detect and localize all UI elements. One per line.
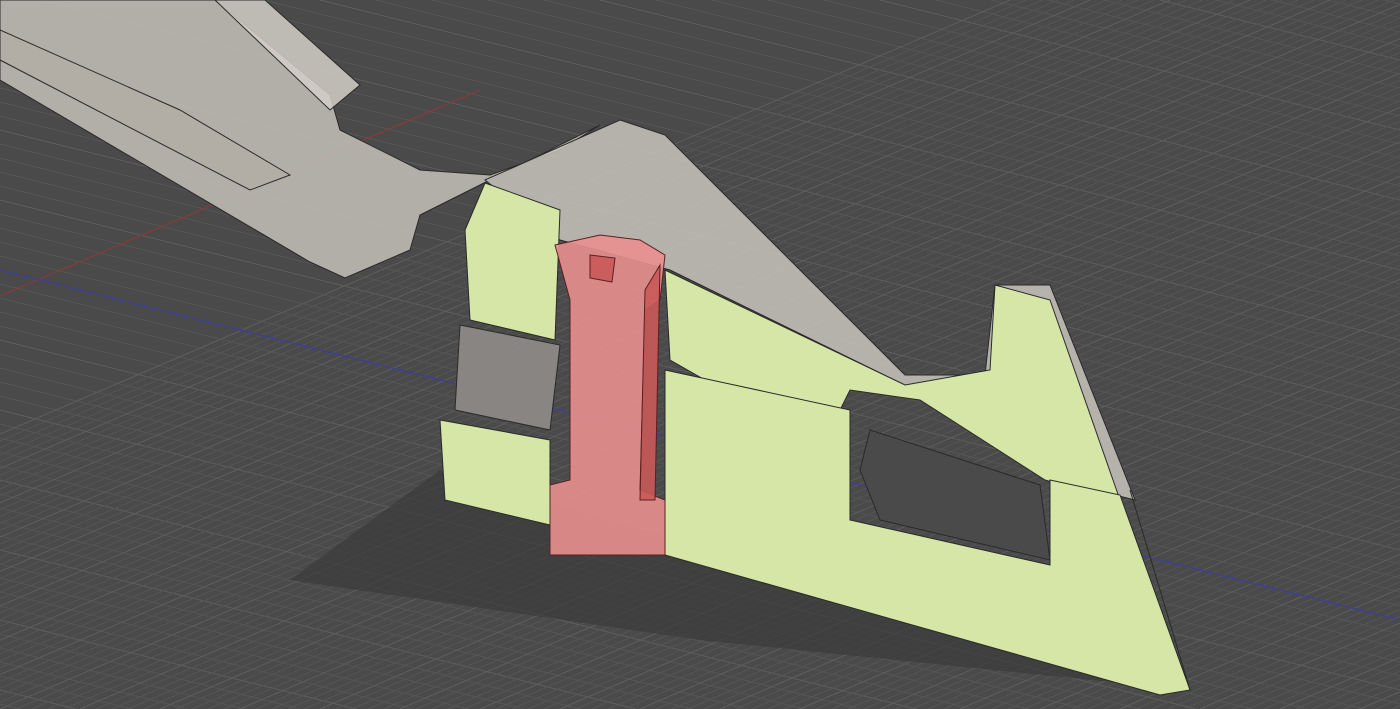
grid-line — [0, 605, 413, 709]
grid-line — [1295, 663, 1400, 709]
grid-line — [1279, 656, 1400, 709]
grid-line — [0, 633, 301, 709]
cad-viewport[interactable] — [0, 0, 1400, 709]
lower-left-block — [454, 324, 561, 431]
grid-line — [823, 0, 1400, 145]
grid-line — [1343, 684, 1400, 709]
screw-section-red — [549, 234, 666, 556]
grid-line — [1359, 691, 1400, 709]
grid-line — [1327, 677, 1400, 709]
grid-line — [1151, 601, 1400, 709]
3d-scene[interactable] — [0, 0, 1400, 709]
grid-line — [711, 0, 1400, 173]
grid-line — [1391, 705, 1400, 709]
